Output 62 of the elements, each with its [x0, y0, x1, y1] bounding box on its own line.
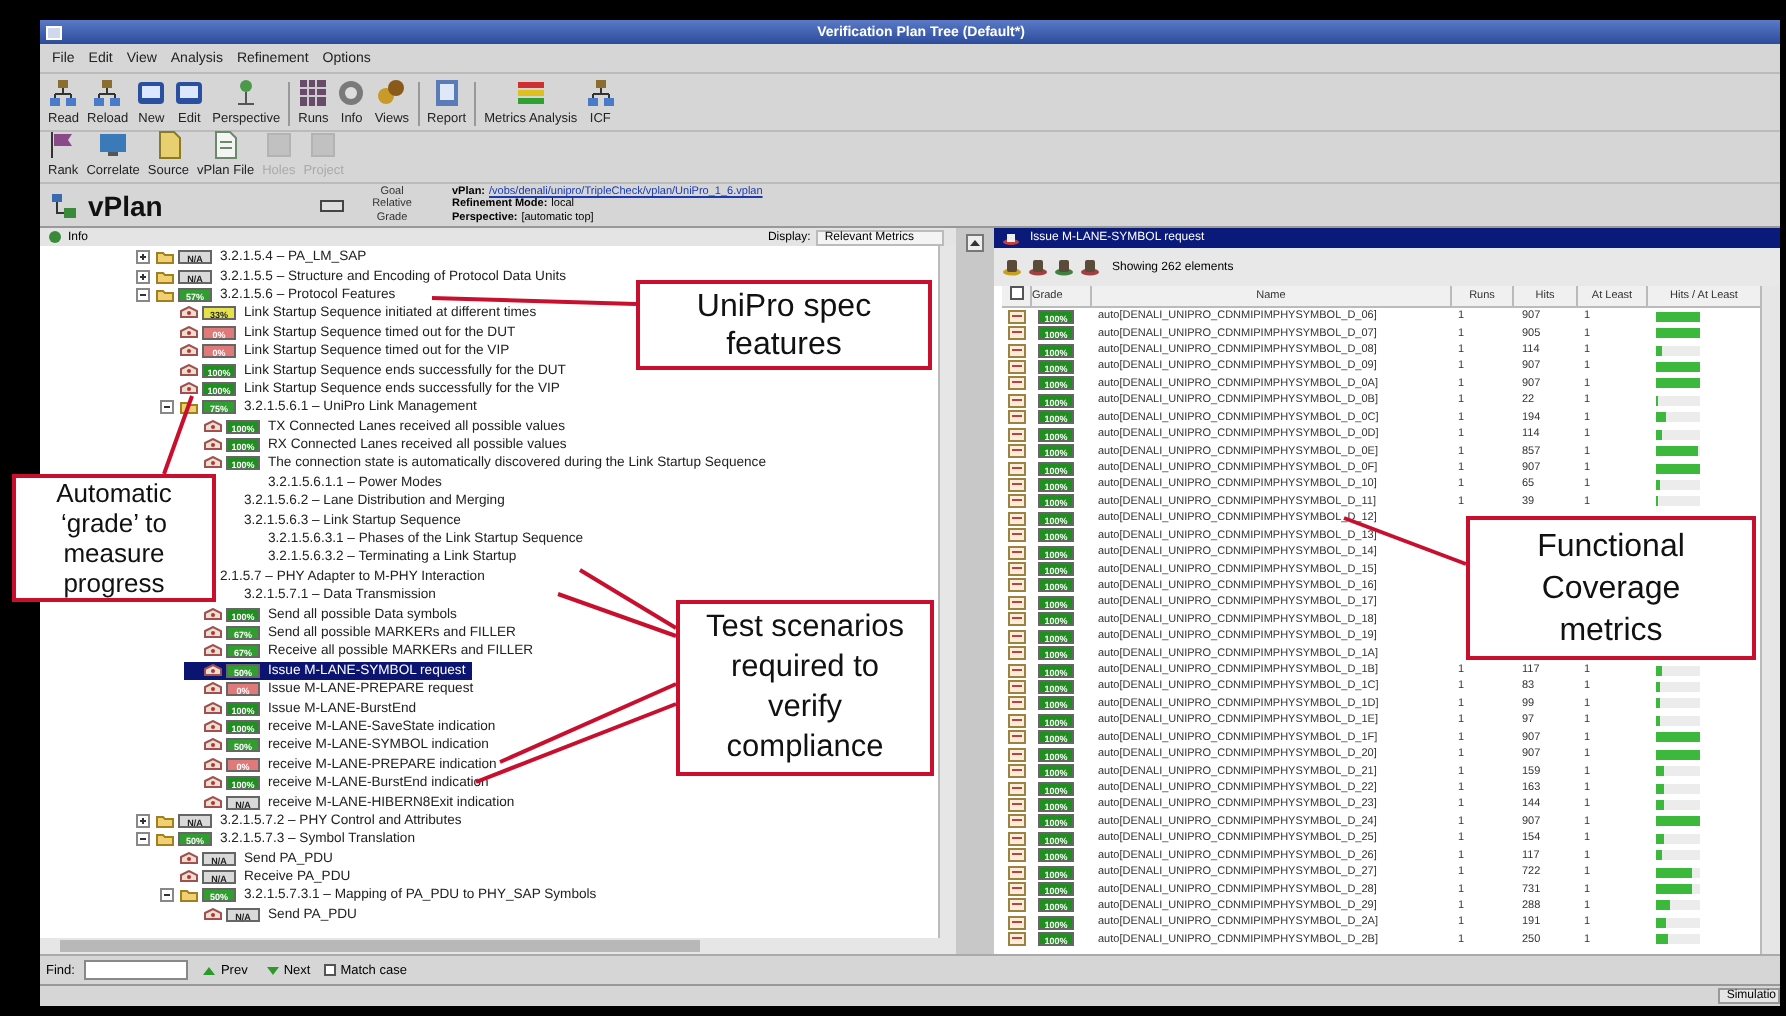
- tag-icon: [180, 325, 198, 340]
- tag-icon: [204, 719, 222, 734]
- tag-icon: [204, 757, 222, 772]
- info-icon: [48, 230, 62, 244]
- leader-line: [578, 568, 678, 630]
- tag-icon: [180, 381, 198, 396]
- plan-tree-icon: [50, 191, 78, 219]
- document-icon: [431, 78, 462, 108]
- filter-button[interactable]: [1078, 258, 1102, 276]
- arrow-up-icon: [966, 234, 984, 252]
- find-field[interactable]: [84, 960, 189, 980]
- app-title: vPlan: [88, 189, 163, 221]
- tag-icon: [204, 701, 222, 716]
- column-icon: [1009, 286, 1023, 300]
- hat-icon: [1002, 258, 1022, 276]
- filter-button[interactable]: [1026, 258, 1050, 276]
- tag-icon: [204, 738, 222, 753]
- monitor-icon: [98, 130, 129, 160]
- tag-icon: [180, 344, 198, 359]
- callout-box: Automatic ‘grade’ to measure progress: [12, 474, 216, 602]
- tag-icon: [204, 438, 222, 453]
- color-bars-icon: [515, 78, 546, 108]
- tag-icon: [204, 626, 222, 640]
- tag-icon: [204, 456, 222, 471]
- tag-icon: [180, 870, 198, 885]
- callout-box: Functional Coverage metrics: [1466, 516, 1756, 660]
- filter-button[interactable]: [1000, 258, 1024, 276]
- leader-line: [162, 395, 194, 475]
- card-icon: [136, 78, 167, 108]
- tag-icon: [204, 682, 222, 697]
- tag-icon: [204, 907, 222, 922]
- callout-box: UniPro spec features: [636, 280, 932, 370]
- grid-icon: [298, 78, 329, 108]
- square-icon: [308, 130, 339, 160]
- filter-button[interactable]: [1052, 258, 1076, 276]
- folder-icon: [180, 888, 198, 903]
- tag-icon: [180, 306, 198, 321]
- tag-icon: [180, 851, 198, 866]
- hat-icon: [1080, 258, 1100, 276]
- circle-icon: [336, 78, 367, 108]
- card-icon: [174, 78, 205, 108]
- tag-icon: [180, 363, 198, 378]
- tag-icon: [204, 607, 222, 622]
- hat-icon: [1028, 258, 1048, 276]
- folder-icon: [180, 400, 198, 415]
- grade-icon: [320, 199, 344, 211]
- vertical-scrollbar[interactable]: [1760, 286, 1780, 954]
- window-menu-icon: [46, 25, 62, 39]
- document-icon: [153, 130, 184, 160]
- tag-icon: [204, 776, 222, 791]
- hat-icon: [1054, 258, 1074, 276]
- arrow-up-icon: [202, 963, 217, 977]
- leader-line: [557, 592, 677, 638]
- arrow-down-icon: [265, 963, 280, 977]
- document-icon: [210, 130, 241, 160]
- tag-icon: [204, 644, 222, 659]
- square-icon: [263, 130, 294, 160]
- tag-icon: [204, 795, 222, 810]
- tag-icon: [204, 419, 222, 434]
- callout-box: Test scenarios required to verify compliance: [676, 600, 934, 776]
- tag-icon: [204, 663, 222, 678]
- horizontal-scrollbar[interactable]: [60, 940, 700, 952]
